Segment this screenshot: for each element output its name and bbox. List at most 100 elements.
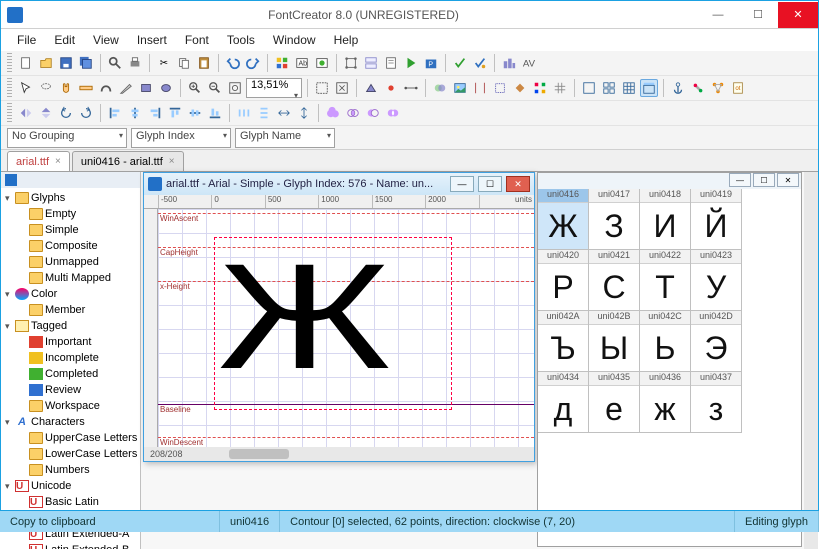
tree-member[interactable]: Member: [1, 302, 140, 318]
menu-view[interactable]: View: [85, 31, 127, 49]
glyph-cell[interactable]: uni0420Р: [538, 250, 589, 311]
glyph-canvas[interactable]: WinAscent CapHeight x-Height Baseline Wi…: [158, 209, 534, 447]
script-icon[interactable]: ot: [729, 79, 747, 97]
tree-color[interactable]: ▾Color: [1, 286, 140, 302]
grid-icon[interactable]: [551, 79, 569, 97]
union-icon[interactable]: [324, 104, 342, 122]
tree-glyphs[interactable]: ▾Glyphs: [1, 190, 140, 206]
bearings-icon[interactable]: [491, 79, 509, 97]
tree-completed[interactable]: Completed: [1, 366, 140, 382]
show-points-icon[interactable]: [362, 79, 380, 97]
grid-max-icon[interactable]: ☐: [753, 173, 775, 187]
align-m-icon[interactable]: [186, 104, 204, 122]
autokern-icon[interactable]: AV: [520, 54, 538, 72]
tree-workspace[interactable]: Workspace: [1, 398, 140, 414]
tab-uni0416[interactable]: uni0416 - arial.ttf ×: [72, 151, 184, 171]
categories-icon[interactable]: [273, 54, 291, 72]
new-icon[interactable]: [17, 54, 35, 72]
fit-glyph-icon[interactable]: [333, 79, 351, 97]
validate2-icon[interactable]: [471, 54, 489, 72]
knife-icon[interactable]: [117, 79, 135, 97]
toolbar-grip[interactable]: [7, 103, 12, 123]
zoom-out-icon[interactable]: [206, 79, 224, 97]
menu-file[interactable]: File: [9, 31, 44, 49]
maximize-button[interactable]: ☐: [738, 2, 778, 28]
show-handles-icon[interactable]: [402, 79, 420, 97]
tree-incomplete[interactable]: Incomplete: [1, 350, 140, 366]
cell-small-icon[interactable]: [620, 79, 638, 97]
glyph-cell[interactable]: uni042AЪ: [538, 311, 589, 372]
autometrics-icon[interactable]: [500, 54, 518, 72]
glyph-cell[interactable]: uni0434д: [538, 372, 589, 433]
redo-icon[interactable]: [244, 54, 262, 72]
align-c-icon[interactable]: [126, 104, 144, 122]
tab-close-icon[interactable]: ×: [169, 156, 175, 167]
ruler-horizontal[interactable]: -500 0 500 1000 1500 2000 units: [144, 195, 534, 209]
tree-empty[interactable]: Empty: [1, 206, 140, 222]
glyph-cell[interactable]: uni0436ж: [640, 372, 691, 433]
menu-font[interactable]: Font: [177, 31, 217, 49]
flip-v-icon[interactable]: [37, 104, 55, 122]
rotate-r-icon[interactable]: [77, 104, 95, 122]
play-icon[interactable]: [402, 54, 420, 72]
glyph-cell[interactable]: uni0417З: [589, 189, 640, 250]
tree-unmapped[interactable]: Unmapped: [1, 254, 140, 270]
grouping-combo[interactable]: No Grouping: [7, 128, 127, 148]
align-l-icon[interactable]: [106, 104, 124, 122]
measure-icon[interactable]: [77, 79, 95, 97]
align-t-icon[interactable]: [166, 104, 184, 122]
distribute-h-icon[interactable]: [235, 104, 253, 122]
menu-window[interactable]: Window: [265, 31, 324, 49]
glyph-cell[interactable]: uni0437з: [691, 372, 742, 433]
pointer-icon[interactable]: [17, 79, 35, 97]
flip-h-icon[interactable]: [17, 104, 35, 122]
glyph-cell[interactable]: uni0416Ж: [538, 189, 589, 250]
save-all-icon[interactable]: [77, 54, 95, 72]
exclude-icon[interactable]: [384, 104, 402, 122]
tree-unicode[interactable]: ▾UUnicode: [1, 478, 140, 494]
validate-icon[interactable]: [313, 54, 331, 72]
tree-composite[interactable]: Composite: [1, 238, 140, 254]
distribute-v-icon[interactable]: [255, 104, 273, 122]
align-b-icon[interactable]: [206, 104, 224, 122]
minimize-button[interactable]: —: [698, 2, 738, 28]
sort-combo[interactable]: Glyph Index: [131, 128, 231, 148]
glyph-cell[interactable]: uni0421С: [589, 250, 640, 311]
menu-insert[interactable]: Insert: [129, 31, 175, 49]
cell-caption-icon[interactable]: [640, 79, 658, 97]
intersect-icon[interactable]: [344, 104, 362, 122]
contour-icon[interactable]: [97, 79, 115, 97]
install-icon[interactable]: P: [422, 54, 440, 72]
editor-titlebar[interactable]: arial.ttf - Arial - Simple - Glyph Index…: [144, 173, 534, 195]
grid-min-icon[interactable]: —: [729, 173, 751, 187]
glyph-cell[interactable]: uni042CЬ: [640, 311, 691, 372]
glyph-cell[interactable]: uni0423У: [691, 250, 742, 311]
editor-max-icon[interactable]: ☐: [478, 176, 502, 192]
glyph-cell[interactable]: uni0435е: [589, 372, 640, 433]
tab-arial[interactable]: arial.ttf ×: [7, 151, 70, 171]
copy-icon[interactable]: [175, 54, 193, 72]
paste-icon[interactable]: [195, 54, 213, 72]
tree-review[interactable]: Review: [1, 382, 140, 398]
editor-scrollbar-h[interactable]: 208/208: [144, 447, 534, 461]
align-r-icon[interactable]: [146, 104, 164, 122]
tree-upper[interactable]: UpperCase Letters: [1, 430, 140, 446]
metrics-icon[interactable]: [471, 79, 489, 97]
rect-icon[interactable]: [137, 79, 155, 97]
overlap-icon[interactable]: [431, 79, 449, 97]
ruler-vertical[interactable]: [144, 209, 158, 447]
graph-icon[interactable]: [709, 79, 727, 97]
zoom-combo[interactable]: 13,51%: [246, 78, 302, 98]
hand-icon[interactable]: [57, 79, 75, 97]
zoom-in-icon[interactable]: [186, 79, 204, 97]
menu-help[interactable]: Help: [326, 31, 367, 49]
cell-med-icon[interactable]: [600, 79, 618, 97]
filter-combo[interactable]: Glyph Name: [235, 128, 335, 148]
grid-close-icon[interactable]: ✕: [777, 173, 799, 187]
glyph-cell[interactable]: uni0418И: [640, 189, 691, 250]
close-button[interactable]: ✕: [778, 2, 818, 28]
rotate-l-icon[interactable]: [57, 104, 75, 122]
glyph-cell[interactable]: uni042BЫ: [589, 311, 640, 372]
space-v-icon[interactable]: [295, 104, 313, 122]
main-scrollbar-v[interactable]: [804, 172, 818, 549]
